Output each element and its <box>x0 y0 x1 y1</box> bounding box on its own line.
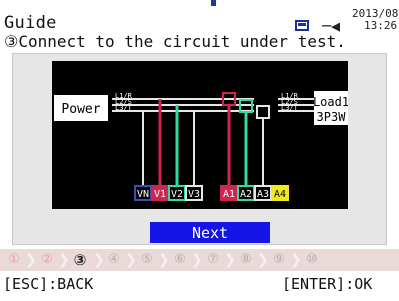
step-3: ③ <box>73 251 87 269</box>
header-bar: Guide ─◀ 2013/08/12 13:26:34 <box>0 6 399 35</box>
instruction-text: ③Connect to the circuit under test. <box>4 32 346 51</box>
chevron-right-icon: ❯ <box>93 252 105 268</box>
terminal-vn-label: VN <box>137 189 149 200</box>
next-button[interactable]: Next <box>150 222 270 243</box>
datetime-display: 2013/08/12 13:26:34 <box>352 8 399 32</box>
step-8: ⑧ <box>240 252 252 267</box>
ok-key-hint[interactable]: [ENTER]:OK <box>282 275 372 293</box>
terminal-a1-label: A1 <box>223 189 235 200</box>
chevron-right-icon: ❯ <box>58 252 70 268</box>
step-1: ① <box>8 252 20 267</box>
step-2: ② <box>41 252 53 267</box>
terminal-v2-label: V2 <box>171 189 183 200</box>
step-6: ⑥ <box>174 252 186 267</box>
back-key-hint[interactable]: [ESC]:BACK <box>3 275 93 293</box>
chevron-right-icon: ❯ <box>191 252 203 268</box>
terminal-a2-label: A2 <box>240 189 252 200</box>
wiring-label: 3P3W <box>317 110 347 124</box>
wiring-diagram-svg: Power L1/R L2/S L3/T L1/R L2/S L3/T Load… <box>54 91 349 201</box>
footer-bar: [ESC]:BACK [ENTER]:OK <box>0 271 399 301</box>
step-4: ④ <box>108 252 120 267</box>
guide-screen: Guide ─◀ 2013/08/12 13:26:34 ③Connect to… <box>0 0 399 301</box>
step-5: ⑤ <box>141 252 153 267</box>
load-label: Load1 <box>313 95 348 109</box>
step-10: ⑩ <box>306 252 318 267</box>
step-7: ⑦ <box>207 252 219 267</box>
power-label: Power <box>61 102 100 117</box>
chevron-right-icon: ❯ <box>158 252 170 268</box>
step-progress: ① ❯ ② ❯ ③ ❯ ④ ❯ ⑤ ❯ ⑥ ❯ ⑦ ❯ ⑧ ❯ ⑨ ❯ ⑩ <box>0 249 399 271</box>
content-panel: Power L1/R L2/S L3/T L1/R L2/S L3/T Load… <box>12 53 387 245</box>
chevron-right-icon: ❯ <box>290 252 302 268</box>
chevron-right-icon: ❯ <box>125 252 137 268</box>
terminal-a3-label: A3 <box>257 189 269 200</box>
chevron-right-icon: ❯ <box>25 252 37 268</box>
terminal-v3-label: V3 <box>188 189 200 200</box>
wiring-diagram: Power L1/R L2/S L3/T L1/R L2/S L3/T Load… <box>52 61 349 209</box>
source-line-l3: L3/T <box>115 104 133 112</box>
terminal-a4-label: A4 <box>274 189 286 200</box>
load-line-l3: L3/T <box>281 104 299 112</box>
terminal-v1-label: V1 <box>154 189 166 200</box>
instruction-bar: ③Connect to the circuit under test. <box>0 30 399 52</box>
chevron-right-icon: ❯ <box>257 252 269 268</box>
chevron-right-icon: ❯ <box>224 252 236 268</box>
step-9: ⑨ <box>273 252 285 267</box>
